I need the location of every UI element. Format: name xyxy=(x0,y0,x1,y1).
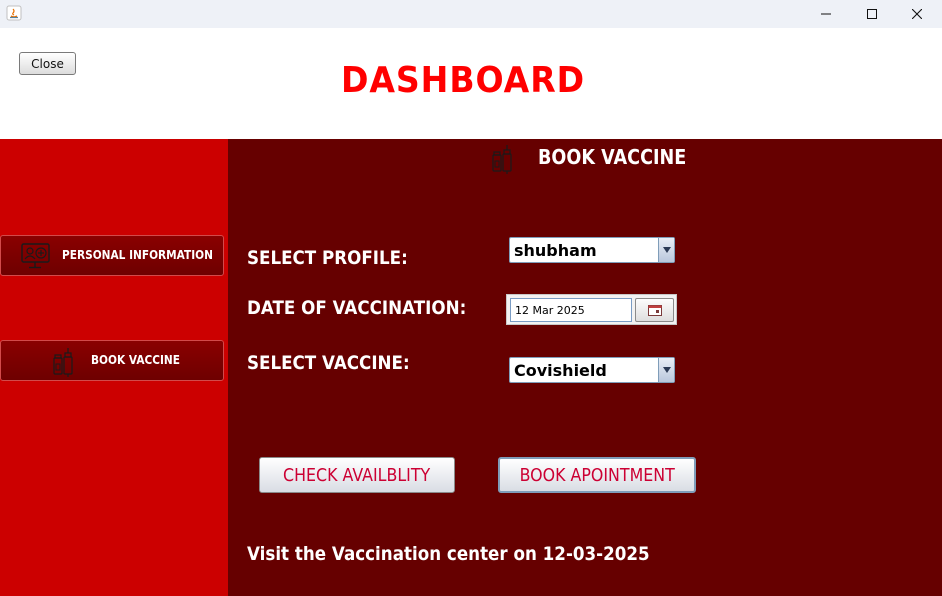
sidebar: PERSONAL INFORMATION BOOK VACCINE xyxy=(0,139,228,596)
select-profile-label: SELECT PROFILE: xyxy=(247,247,408,269)
maximize-button[interactable] xyxy=(849,0,895,28)
book-appointment-label: BOOK APOINTMENT xyxy=(519,464,675,486)
date-input[interactable]: 12 Mar 2025 xyxy=(510,298,632,322)
vaccine-vial-icon xyxy=(491,143,515,179)
page-title: DASHBOARD xyxy=(340,60,586,101)
section-title: BOOK VACCINE xyxy=(538,145,687,169)
header-panel: Close DASHBOARD xyxy=(0,28,942,139)
date-of-vaccination-label: DATE OF VACCINATION: xyxy=(247,297,467,319)
monitor-user-icon xyxy=(20,241,52,275)
check-availability-button[interactable]: CHECK AVAILBLITY xyxy=(259,457,455,493)
calendar-button[interactable] xyxy=(635,298,674,322)
close-icon xyxy=(912,9,922,19)
close-window-button[interactable] xyxy=(894,0,940,28)
calendar-icon xyxy=(647,304,662,316)
chevron-down-icon[interactable] xyxy=(658,238,674,262)
minimize-icon xyxy=(821,13,831,15)
status-message: Visit the Vaccination center on 12-03-20… xyxy=(247,543,650,565)
minimize-button[interactable] xyxy=(803,0,849,28)
check-availability-label: CHECK AVAILBLITY xyxy=(283,464,431,486)
java-app-icon xyxy=(6,5,22,21)
vaccine-select-value: Covishield xyxy=(514,361,607,380)
profile-select[interactable]: shubham xyxy=(509,237,675,263)
sidebar-item-label: PERSONAL INFORMATION xyxy=(62,248,213,262)
book-vaccine-panel: BOOK VACCINE SELECT PROFILE: shubham DAT… xyxy=(228,139,942,596)
sidebar-item-personal-information[interactable]: PERSONAL INFORMATION xyxy=(0,235,224,276)
app-window: Close DASHBOARD PERSONAL INFORMATION BOO… xyxy=(0,0,942,596)
select-vaccine-label: SELECT VACCINE: xyxy=(247,352,410,374)
vaccine-select[interactable]: Covishield xyxy=(509,357,675,383)
maximize-icon xyxy=(867,9,877,19)
sidebar-item-label: BOOK VACCINE xyxy=(91,353,180,367)
chevron-down-icon[interactable] xyxy=(658,358,674,382)
sidebar-item-book-vaccine[interactable]: BOOK VACCINE xyxy=(0,340,224,381)
profile-select-value: shubham xyxy=(514,241,597,260)
title-bar xyxy=(0,0,942,28)
book-appointment-button[interactable]: BOOK APOINTMENT xyxy=(498,457,696,493)
date-picker: 12 Mar 2025 xyxy=(506,294,677,325)
vaccine-vial-icon xyxy=(52,346,76,382)
